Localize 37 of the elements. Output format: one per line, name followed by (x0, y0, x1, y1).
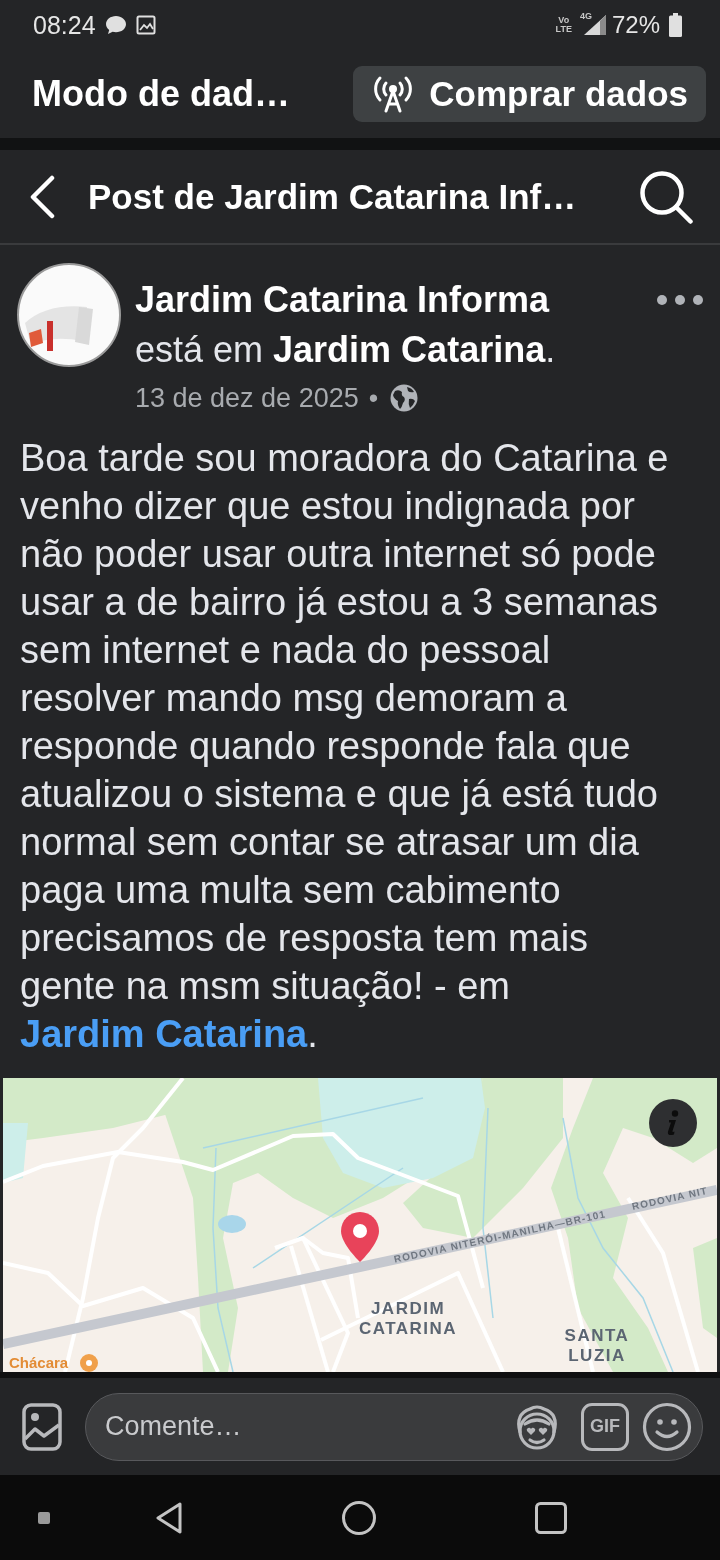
separator-dot: • (368, 382, 379, 414)
home-icon[interactable] (342, 1500, 376, 1535)
area-label: SANTA LUZIA (564, 1326, 630, 1366)
battery-percent: 72% (611, 11, 660, 39)
small-square-icon[interactable] (38, 1511, 50, 1524)
image-icon (135, 15, 156, 35)
author-name[interactable]: Jardim Catarina Informa (135, 279, 550, 321)
back-icon[interactable] (155, 1500, 183, 1535)
map-drawing[interactable] (3, 1078, 717, 1372)
place-label: Chácara (9, 1354, 69, 1371)
antenna-icon (373, 75, 414, 113)
photo-icon[interactable] (22, 1402, 62, 1451)
post-text: Boa tarde sou moradora do Catarina e venho dizer que estou indignada por não poder usar outra internet só pode usar a de bairro já estou a 3 semanas sem internet e nada do pessoal resolver mando msg demoram a responde quando responde fala que atualizou o sistema e que já está tudo normal sem contar se atrasar um dia paga uma multa sem cabimento precisamos de resposta tem mais gente na msm situação! - em Jardim Catarina. (19, 436, 670, 1057)
gif-button[interactable]: GIF (581, 1402, 629, 1451)
volte-indicator: Vo LTE (555, 16, 572, 34)
area-label: JARDIM CATARINA (358, 1299, 458, 1339)
back-icon[interactable] (28, 174, 56, 219)
post-date: 13 de dez de 2025 (135, 382, 359, 414)
place-marker-icon (80, 1354, 98, 1372)
battery-icon (669, 13, 682, 37)
comment-field[interactable]: Comente… GIF (85, 1392, 703, 1461)
page-title: Post de Jardim Catarina Inf… (88, 176, 578, 217)
info-icon (666, 1110, 680, 1136)
map-pin-icon (341, 1212, 379, 1262)
buy-data-button[interactable]: Comprar dados (353, 66, 706, 122)
recents-icon[interactable] (535, 1501, 567, 1534)
data-mode-title: Modo de dad… (32, 73, 291, 115)
globe-icon (390, 384, 419, 412)
emoji-icon[interactable] (642, 1401, 692, 1452)
pond (218, 1215, 246, 1233)
search-icon[interactable] (639, 169, 693, 224)
location-text: está em Jardim Catarina. (135, 328, 557, 372)
more-icon[interactable] (657, 294, 703, 306)
network-type-label: 4G (579, 12, 592, 21)
status-time: 08:24 (33, 10, 96, 40)
chat-bubble-icon (104, 15, 127, 35)
location-link[interactable]: Jardim Catarina (20, 1013, 308, 1055)
